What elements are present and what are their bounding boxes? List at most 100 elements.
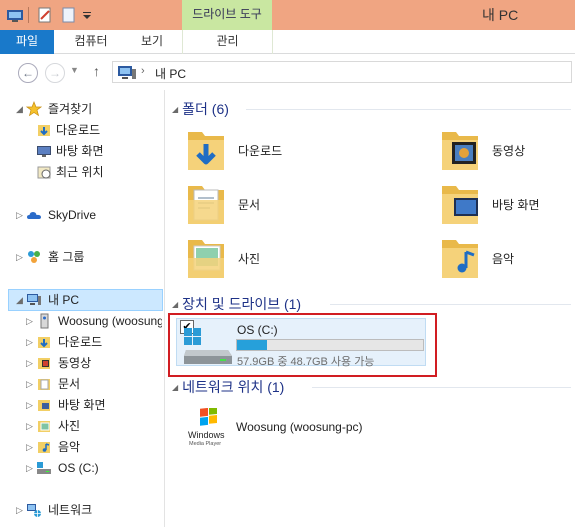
nav-network[interactable]: ▷ 네트워크 [16,500,161,520]
group-title: 폴더 (6) [182,101,229,117]
nav-pc-videos[interactable]: ▷ 동영상 [26,353,162,373]
nav-label: 다운로드 [58,335,103,349]
group-header-folders[interactable]: ◢ 폴더 (6) [172,98,229,120]
nav-label: 동영상 [58,356,92,370]
up-arrow-icon[interactable]: ↑ [93,63,100,79]
navigation-pane: ◢ 즐겨찾기 다운로드 바탕 화면 최근 위치 ▷ SkyDrive ▷ 홈 그… [0,90,165,527]
nav-label: 다운로드 [56,123,101,137]
nav-label: OS (C:) [58,461,99,475]
nav-pc-downloads[interactable]: ▷ 다운로드 [26,332,162,352]
music-folder-icon [442,240,478,278]
documents-folder-icon [188,186,224,224]
group-collapse-icon[interactable]: ◢ [172,105,178,114]
group-title: 장치 및 드라이브 (1) [182,296,302,312]
network-woosung[interactable]: Windows Media Player Woosung (woosung-pc… [188,408,428,448]
title-bar: 드라이브 도구 내 PC [0,0,575,30]
group-header-network[interactable]: ◢ 네트워크 위치 (1) [172,376,284,398]
nav-label: SkyDrive [48,208,97,222]
breadcrumb-separator[interactable]: › [141,65,145,77]
tab-manage[interactable]: 관리 [183,30,272,54]
nav-label: 음악 [58,440,81,454]
group-collapse-icon[interactable]: ◢ [172,383,178,392]
folder-label: 사진 [238,252,261,266]
nav-woosung-media[interactable]: ▷ Woosung (woosung-pc) [26,311,162,331]
desktop-folder-icon [442,186,478,224]
folder-label: 바탕 화면 [492,198,540,212]
nav-desktop[interactable]: 바탕 화면 [36,141,161,161]
nav-pc-desktop[interactable]: ▷ 바탕 화면 [26,395,162,415]
drive-tools-context-tab: 드라이브 도구 [182,0,272,30]
customize-quick-access-chevron-icon[interactable] [82,5,92,25]
group-title: 네트워크 위치 (1) [182,379,285,395]
folder-label: 동영상 [492,144,526,158]
folder-label: 문서 [238,198,261,212]
nav-label: 문서 [58,377,81,391]
nav-pc-drive-c[interactable]: ▷ OS (C:) [26,458,162,478]
nav-label: 바탕 화면 [58,398,106,412]
tab-view[interactable]: 보기 [126,30,178,54]
tab-divider [272,30,273,54]
music-folder-icon [38,442,50,453]
system-menu-icon[interactable] [6,5,24,25]
tab-file[interactable]: 파일 [0,30,54,54]
nav-recent-places[interactable]: 최근 위치 [36,162,161,182]
nav-label: 최근 위치 [56,165,104,179]
recent-locations-chevron-icon[interactable]: ▼ [70,65,79,75]
skydrive-cloud-icon [27,212,41,219]
pc-icon [27,294,41,305]
folder-music[interactable]: 음악 [438,234,568,282]
folder-label: 음악 [492,252,515,266]
content-pane: ◢ 폴더 (6) 다운로드 동영상 문서 바탕 화면 사진 음악 ◢ 장치 및 … [166,90,575,527]
desktop-icon [37,146,51,157]
address-bar[interactable]: › 내 PC [112,61,572,83]
forward-button[interactable]: → [45,63,65,83]
drive-icon [184,328,232,364]
svg-text:Media Player: Media Player [189,441,221,447]
nav-favorites[interactable]: ◢ 즐겨찾기 [16,99,161,119]
nav-this-pc[interactable]: ◢ 내 PC [16,290,161,310]
downloads-folder-icon [188,132,224,170]
folder-documents[interactable]: 문서 [184,180,364,228]
nav-homegroup[interactable]: ▷ 홈 그룹 [16,247,161,267]
drive-capacity-bar [236,339,424,351]
nav-skydrive[interactable]: ▷ SkyDrive [16,205,161,225]
folder-videos[interactable]: 동영상 [438,126,568,174]
downloads-folder-icon [38,125,50,136]
group-collapse-icon[interactable]: ◢ [172,300,178,309]
properties-icon[interactable] [36,5,54,25]
pictures-folder-icon [38,421,50,432]
tab-computer[interactable]: 컴퓨터 [60,30,122,54]
window-title: 내 PC [482,7,519,23]
drive-name: OS (C:) [237,323,278,337]
group-header-drives[interactable]: ◢ 장치 및 드라이브 (1) [172,293,301,315]
folder-pictures[interactable]: 사진 [184,234,364,282]
quick-access-separator [28,7,29,23]
breadcrumb-this-pc[interactable]: 내 PC [155,65,186,82]
videos-folder-icon [442,132,478,170]
nav-downloads[interactable]: 다운로드 [36,120,161,140]
drive-capacity-fill [237,340,267,350]
svg-text:Windows: Windows [188,430,225,440]
folder-desktop[interactable]: 바탕 화면 [438,180,568,228]
group-divider [312,387,571,388]
nav-label: 즐겨찾기 [48,102,93,116]
recent-places-icon [37,166,51,179]
nav-label: 바탕 화면 [56,144,104,158]
ribbon-tab-row: 파일 컴퓨터 보기 관리 [0,30,575,54]
new-folder-icon[interactable] [60,5,78,25]
documents-folder-icon [38,379,50,390]
nav-label: 네트워크 [48,503,93,517]
network-item-label: Woosung (woosung-pc) [236,420,363,434]
folder-downloads[interactable]: 다운로드 [184,126,364,174]
windows-media-player-logo: Windows Media Player [188,408,225,447]
media-server-icon [40,313,49,329]
folder-label: 다운로드 [238,144,283,158]
nav-pc-documents[interactable]: ▷ 문서 [26,374,162,394]
nav-label: 내 PC [48,293,80,307]
nav-pc-music[interactable]: ▷ 음악 [26,437,162,457]
group-divider [246,109,571,110]
back-button[interactable]: ← [18,63,38,83]
drive-usage-text: 57.9GB 중 48.7GB 사용 가능 [237,356,375,368]
homegroup-icon [28,251,40,263]
nav-pc-pictures[interactable]: ▷ 사진 [26,416,162,436]
